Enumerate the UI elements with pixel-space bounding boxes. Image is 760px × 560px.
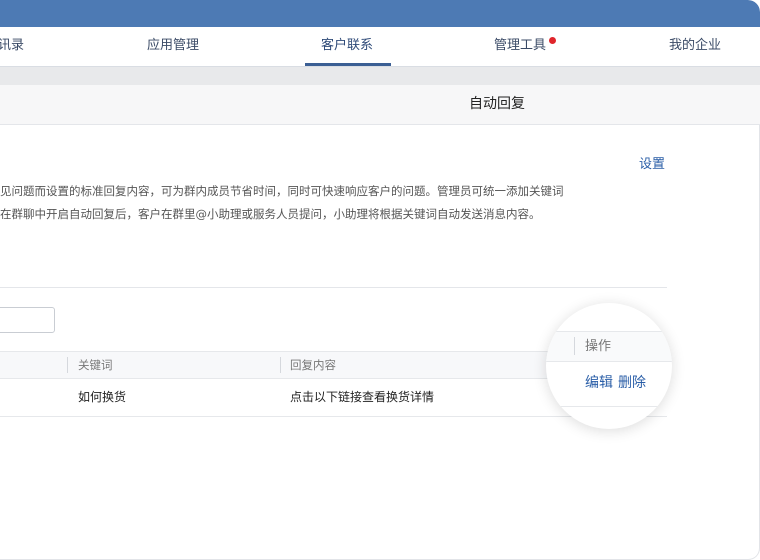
zoom-callout: 操作 编辑 删除 [546,303,672,429]
edit-button[interactable]: 编辑 [585,361,613,406]
app-window: 讯录 应用管理 客户联系 管理工具 我的企业 自动回复 设置 见问题而设置的标准… [0,0,760,560]
title-bar [0,0,760,27]
search-input[interactable] [0,307,55,333]
content-gap [0,67,760,85]
column-separator [67,357,68,373]
settings-link[interactable]: 设置 [639,153,665,172]
column-header-keyword: 关键词 [78,358,113,372]
description-line-1: 见问题而设置的标准回复内容，可为群内成员节省时间，同时可快速响应客户的问题。管理… [0,184,564,198]
column-separator [280,357,281,373]
callout-line [546,406,672,407]
nav-active-indicator [305,63,391,66]
top-nav: 讯录 应用管理 客户联系 管理工具 我的企业 [0,27,760,67]
delete-button[interactable]: 删除 [618,361,646,406]
cell-reply: 点击以下链接查看换货详情 [290,390,435,404]
section-divider [0,287,667,288]
notification-dot [549,37,556,44]
nav-item-management-tools[interactable]: 管理工具 [494,27,546,66]
page-header: 自动回复 [0,85,760,125]
column-header-reply: 回复内容 [290,358,336,372]
page-title: 自动回复 [469,96,525,112]
nav-item-my-enterprise[interactable]: 我的企业 [669,27,721,66]
nav-item-app-management[interactable]: 应用管理 [147,27,199,66]
cell-keyword: 如何换货 [78,390,127,404]
nav-item-customer-contact[interactable]: 客户联系 [321,27,373,66]
nav-item-contacts[interactable]: 讯录 [0,27,24,66]
description-line-2: 在群聊中开启自动回复后，客户在群里@小助理或服务人员提问，小助理将根据关键词自动… [0,207,541,221]
column-separator [574,337,575,355]
column-header-actions: 操作 [585,339,612,354]
